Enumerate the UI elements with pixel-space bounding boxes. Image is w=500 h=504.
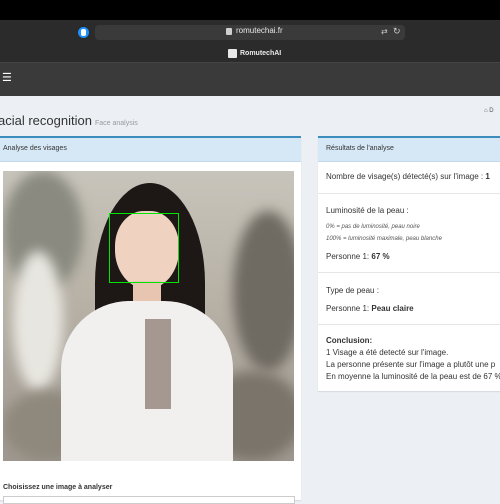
luminosity-person-value: 67 % (371, 252, 390, 261)
address-bar[interactable]: romutechai.fr ⇄ ↻ (95, 25, 405, 40)
site-name: RomutechAI (240, 49, 282, 57)
face-detection-box (109, 213, 179, 283)
app-navbar: ☰ (0, 62, 500, 96)
page-title: acial recognition Face analysis (0, 113, 138, 128)
conclusion-line-1: 1 Visage a été detecté sur l'image. (326, 348, 449, 357)
file-input[interactable] (3, 496, 295, 504)
file-input-label: Choisissez une image à analyser (3, 484, 113, 491)
skin-type-person-line: Personne 1: Peau claire (326, 304, 414, 313)
results-header: Résultats de l'analyse (318, 138, 500, 162)
skin-type-person-value: Peau claire (371, 304, 414, 313)
menu-icon[interactable]: ☰ (2, 71, 12, 84)
luminosity-person-label: Personne 1: (326, 252, 372, 261)
page-subtitle: Face analysis (94, 120, 138, 127)
main-content: acial recognition Face analysis ⌂ D Analy… (0, 96, 500, 504)
divider (318, 272, 500, 273)
privacy-icon[interactable] (78, 27, 89, 38)
breadcrumb-home-icon[interactable]: ⌂ D (484, 108, 494, 114)
faces-count-label: Nombre de visage(s) détecté(s) sur l'ima… (326, 172, 486, 181)
analyzed-photo (3, 171, 294, 461)
translate-icon[interactable]: ⇄ (381, 27, 388, 36)
faces-count-value: 1 (485, 172, 490, 181)
divider (318, 324, 500, 325)
site-tab[interactable]: RomutechAI (228, 48, 281, 58)
luminosity-note-2: 100% = luminosité maximale, peau blanche (326, 236, 442, 242)
luminosity-note-1: 0% = pas de luminosité, peau noire (326, 224, 420, 230)
face-analysis-box: Analyse des visages Choisissez une image… (0, 136, 301, 504)
skin-type-person-label: Personne 1: (326, 304, 372, 313)
lock-icon (226, 28, 232, 35)
luminosity-person-line: Personne 1: 67 % (326, 252, 390, 261)
face-analysis-header: Analyse des visages (0, 138, 301, 162)
url-text: romutechai.fr (236, 26, 283, 35)
luminosity-title: Luminosité de la peau : (326, 206, 409, 215)
browser-chrome: romutechai.fr ⇄ ↻ RomutechAI (0, 20, 500, 62)
divider (318, 193, 500, 194)
conclusion-line-2: La personne présente sur l'image a plutô… (326, 360, 496, 369)
faces-count-line: Nombre de visage(s) détecté(s) sur l'ima… (326, 172, 490, 181)
page-title-text: acial recognition (0, 113, 92, 128)
status-bar (0, 0, 500, 20)
site-favicon-icon (228, 48, 237, 58)
reload-icon[interactable]: ↻ (393, 26, 401, 37)
results-box: Résultats de l'analyse Nombre de visage(… (318, 136, 500, 391)
skin-type-title: Type de peau : (326, 286, 379, 295)
conclusion-line-3: En moyenne la luminosité de la peau est … (326, 372, 500, 381)
conclusion-title: Conclusion: (326, 336, 373, 345)
